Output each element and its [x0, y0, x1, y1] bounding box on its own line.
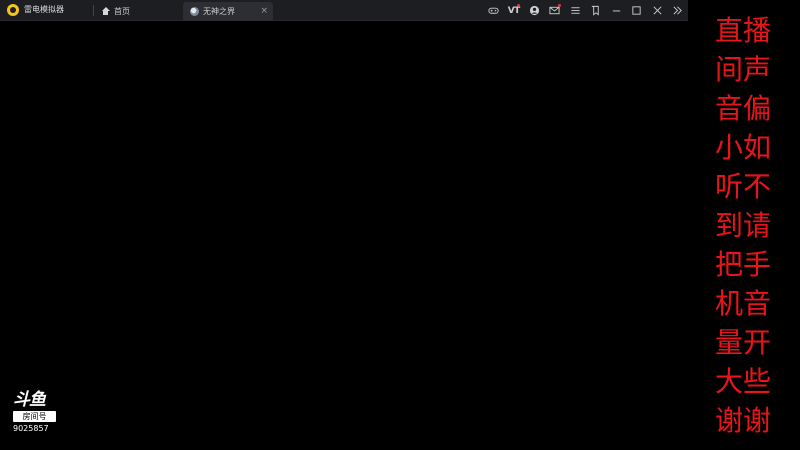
- douyu-watermark: 斗鱼 房间号 9025857: [13, 391, 59, 434]
- notice-line: 机音: [715, 287, 772, 320]
- notice-line: 音偏: [715, 92, 772, 125]
- account-icon[interactable]: [524, 0, 545, 21]
- tab-game-label: 无神之界: [203, 7, 235, 16]
- vt-label: VT: [507, 5, 521, 16]
- emulator-window: 雷电模拟器 首页 无神之界 × VT 斗鱼 房间号 9025857: [0, 0, 688, 450]
- notice-line: 直播: [715, 14, 772, 47]
- menu-icon[interactable]: [565, 0, 586, 21]
- tab-home[interactable]: 首页: [101, 2, 171, 21]
- notice-line: 到请: [715, 209, 772, 242]
- emulator-screen[interactable]: [0, 22, 688, 450]
- title-divider: [93, 5, 94, 16]
- game-icon: [190, 7, 199, 16]
- tab-close-icon[interactable]: ×: [260, 6, 268, 16]
- notice-line: 把手: [715, 248, 772, 281]
- gamepad-icon[interactable]: [483, 0, 504, 21]
- room-id: 9025857: [13, 424, 49, 433]
- notice-line: 听不: [715, 170, 772, 203]
- expand-icon[interactable]: [668, 0, 689, 21]
- app-name: 雷电模拟器: [24, 5, 64, 14]
- douyu-logo: 斗鱼: [13, 390, 46, 410]
- maximize-icon[interactable]: [627, 0, 648, 21]
- title-bar: 雷电模拟器 首页 无神之界 × VT: [0, 0, 688, 21]
- tab-game[interactable]: 无神之界 ×: [183, 2, 273, 21]
- vt-notification-dot: [517, 4, 520, 7]
- notice-line: 量开: [715, 326, 772, 359]
- window-toolbar: VT: [483, 0, 688, 21]
- notice-panel: 直播 间声 音偏 小如 听不 到请 把手 机音 量开 大些 谢谢: [688, 0, 800, 450]
- minimize-icon[interactable]: [606, 0, 627, 21]
- room-label: 房间号: [13, 411, 56, 422]
- mail-notification-dot: [558, 4, 561, 7]
- close-icon[interactable]: [647, 0, 668, 21]
- mail-icon[interactable]: [545, 0, 566, 21]
- edit-icon[interactable]: [586, 0, 607, 21]
- notice-line: 小如: [715, 131, 772, 164]
- tab-home-label: 首页: [114, 7, 130, 16]
- home-icon: [101, 7, 110, 16]
- notice-line: 大些: [715, 365, 772, 398]
- notice-line: 谢谢: [715, 404, 772, 437]
- app-logo-icon: [7, 4, 19, 16]
- vt-button[interactable]: VT: [504, 0, 525, 21]
- notice-line: 间声: [715, 53, 772, 86]
